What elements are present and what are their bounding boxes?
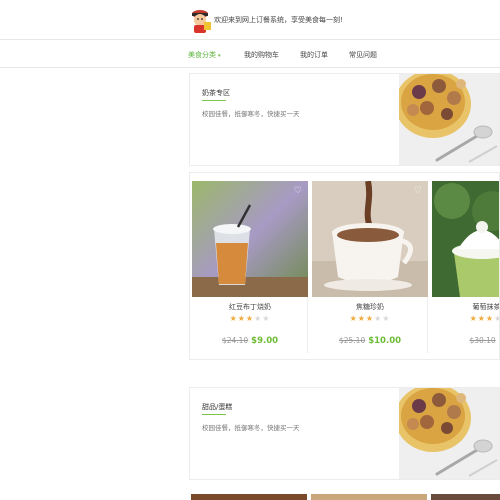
main-nav: 美食分类 ▾ 我的购物车 我的订单 常见问题 xyxy=(0,40,500,68)
star-icon: ★ xyxy=(349,314,358,323)
star-icon: ★ xyxy=(469,314,478,323)
section-header-milk-tea: 奶茶专区 校园佳餐，抵御寒冬，快捷买一天 xyxy=(189,73,500,166)
product-image[interactable]: ♡ xyxy=(192,181,308,297)
chevron-down-icon: ▾ xyxy=(218,53,221,59)
nav-label: 美食分类 xyxy=(188,51,216,59)
star-icon: ★ xyxy=(262,314,271,323)
product-card[interactable]: 葡萄抹茶奶 ★★★★★ $30.10$1 xyxy=(432,181,500,353)
heart-icon[interactable]: ♡ xyxy=(294,186,302,196)
star-icon: ★ xyxy=(485,314,495,323)
star-rating: ★★★★★ xyxy=(312,314,428,323)
section-banner-image xyxy=(395,74,499,165)
star-icon: ★ xyxy=(494,314,499,323)
next-product-row xyxy=(189,494,500,500)
original-price: $30.10 xyxy=(469,336,496,345)
section-description: 校园佳餐，抵御寒冬，快捷买一天 xyxy=(202,424,300,432)
section-title: 甜品/蛋糕 xyxy=(202,403,233,411)
nav-faq[interactable]: 常见问题 xyxy=(349,50,377,60)
logo-mascot[interactable] xyxy=(188,8,212,34)
product-image[interactable] xyxy=(431,494,500,500)
original-price: $25.10 xyxy=(338,336,366,345)
star-icon: ★ xyxy=(477,314,486,323)
price-row: $25.10 $10.00 xyxy=(312,328,428,347)
title-underline xyxy=(202,414,226,415)
star-icon: ★ xyxy=(245,314,255,323)
section-header-desserts: 甜品/蛋糕 校园佳餐，抵御寒冬，快捷买一天 xyxy=(189,387,500,480)
nav-cart[interactable]: 我的购物车 xyxy=(244,50,279,60)
sale-price: $9.00 xyxy=(251,336,279,346)
star-icon: ★ xyxy=(357,314,366,323)
product-name[interactable]: 红豆布丁烧奶 xyxy=(192,302,308,312)
site-header: 欢迎来到网上订餐系统，享受美食每一刻! xyxy=(0,0,500,40)
star-rating: ★★★★★ xyxy=(432,314,499,323)
section-banner-image xyxy=(395,388,499,479)
product-list: ♡ 红豆布丁烧奶 ★★★★★ $24.10 $9.00 ♡ 焦糖珍奶 ★★★★★… xyxy=(189,172,500,360)
sale-price: $10.00 xyxy=(368,336,402,346)
price-row: $30.10$1 xyxy=(432,328,499,347)
product-image[interactable]: ♡ xyxy=(312,181,428,297)
star-icon: ★ xyxy=(365,314,375,323)
section-title: 奶茶专区 xyxy=(202,89,230,97)
product-card[interactable]: ♡ 焦糖珍奶 ★★★★★ $25.10 $10.00 xyxy=(312,181,428,353)
star-icon: ★ xyxy=(382,314,391,323)
star-icon: ★ xyxy=(229,314,238,323)
star-rating: ★★★★★ xyxy=(192,314,308,323)
title-underline xyxy=(202,100,226,101)
product-name[interactable]: 葡萄抹茶奶 xyxy=(432,302,500,312)
product-card[interactable]: ♡ 红豆布丁烧奶 ★★★★★ $24.10 $9.00 xyxy=(192,181,308,353)
welcome-text: 欢迎来到网上订餐系统，享受美食每一刻! xyxy=(214,16,343,24)
section-description: 校园佳餐，抵御寒冬，快捷买一天 xyxy=(202,110,300,118)
heart-icon[interactable]: ♡ xyxy=(414,186,422,196)
nav-food-categories[interactable]: 美食分类 ▾ xyxy=(188,50,221,60)
star-icon: ★ xyxy=(237,314,246,323)
price-row: $24.10 $9.00 xyxy=(192,328,308,347)
nav-orders[interactable]: 我的订单 xyxy=(300,50,328,60)
product-image[interactable] xyxy=(311,494,427,500)
product-image[interactable] xyxy=(191,494,307,500)
product-name[interactable]: 焦糖珍奶 xyxy=(312,302,428,312)
original-price: $24.10 xyxy=(221,336,249,345)
product-image[interactable] xyxy=(432,181,499,297)
